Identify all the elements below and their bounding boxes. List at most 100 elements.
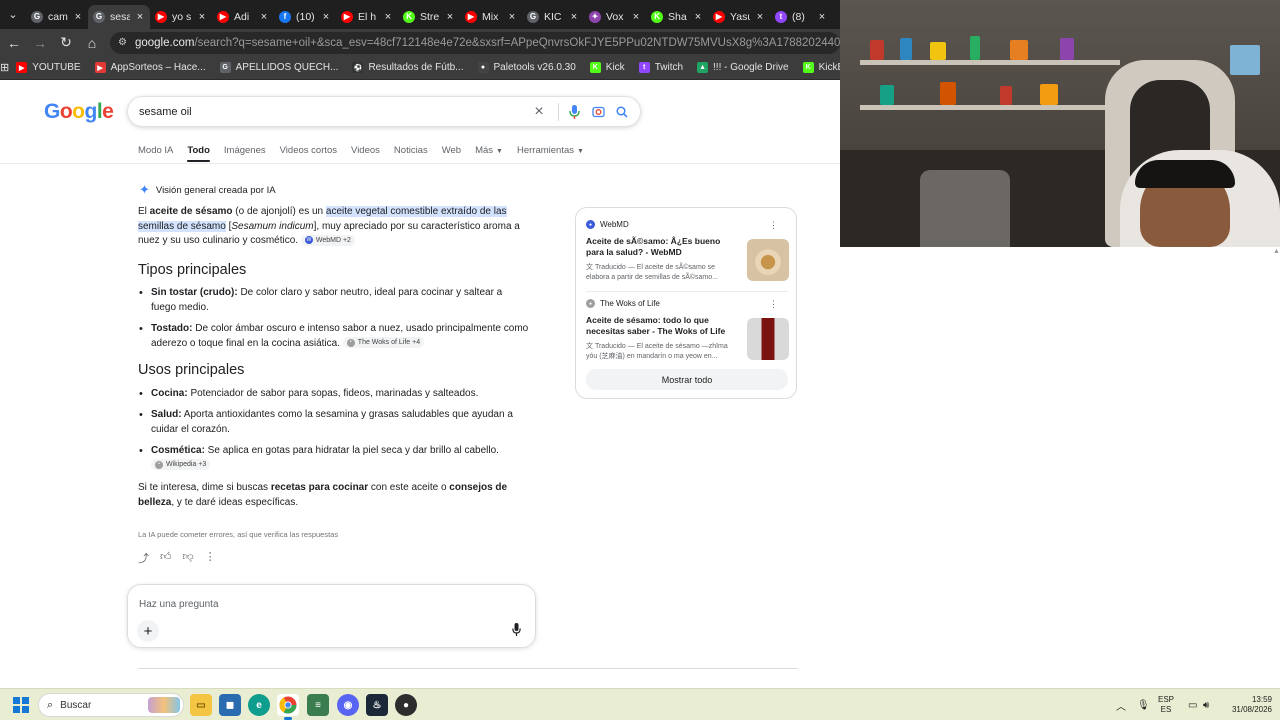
search-tab[interactable]: Imágenes bbox=[224, 145, 266, 162]
tab-search-chevron-icon[interactable]: ⌄ bbox=[0, 0, 26, 29]
file-explorer-icon[interactable]: ▭ bbox=[190, 694, 212, 716]
store-icon[interactable]: ◼ bbox=[219, 694, 241, 716]
system-clock[interactable]: 13:59 31/08/2026 bbox=[1222, 695, 1272, 715]
more-options-icon[interactable]: ⋮ bbox=[769, 220, 778, 231]
bookmark-item[interactable]: ⚽ Resultados de Fútb... bbox=[345, 62, 470, 73]
search-tab[interactable]: Todo bbox=[187, 145, 210, 162]
tab-close-icon[interactable]: × bbox=[197, 11, 207, 23]
search-tab[interactable]: Herramientas ▼ bbox=[517, 145, 584, 162]
volume-icon[interactable]: 🔊︎ bbox=[1203, 689, 1209, 720]
reload-icon[interactable]: ↻ bbox=[54, 31, 78, 55]
browser-tab[interactable]: K Sha × bbox=[646, 5, 708, 29]
discord-icon[interactable]: ◉ bbox=[337, 694, 359, 716]
tab-close-icon[interactable]: × bbox=[445, 11, 455, 23]
browser-tab[interactable]: ▶ Mix × bbox=[460, 5, 522, 29]
plus-icon[interactable]: + bbox=[137, 620, 159, 642]
network-icon[interactable]: ▭ bbox=[1188, 689, 1197, 720]
bookmark-label: AppSorteos – Hace... bbox=[110, 62, 206, 73]
forward-arrow-icon[interactable]: → bbox=[28, 31, 52, 55]
browser-tab[interactable]: Gcam × bbox=[26, 5, 88, 29]
browser-tab[interactable]: G KIC × bbox=[522, 5, 584, 29]
record-app-icon[interactable]: ● bbox=[395, 694, 417, 716]
bookmark-item[interactable]: ▶ YOUTUBE bbox=[9, 62, 87, 73]
search-tab[interactable]: Videos bbox=[351, 145, 380, 162]
tab-close-icon[interactable]: × bbox=[73, 11, 83, 23]
tab-close-icon[interactable]: × bbox=[817, 11, 827, 23]
tab-title: Stre bbox=[420, 10, 440, 23]
notepad-icon[interactable]: ≡ bbox=[307, 694, 329, 716]
source-thumbnail[interactable] bbox=[747, 239, 789, 281]
google-logo[interactable]: Google bbox=[44, 100, 114, 124]
bookmark-item[interactable]: K KickBot: Customiza... bbox=[796, 62, 840, 73]
windows-start-icon[interactable] bbox=[13, 697, 29, 713]
thumbs-down-icon[interactable]: 👎︎ bbox=[183, 550, 194, 566]
language-indicator[interactable]: ESP ES bbox=[1158, 695, 1174, 715]
bookmark-item[interactable]: t Twitch bbox=[632, 62, 690, 73]
browser-tab[interactable]: ▶ yo s × bbox=[150, 5, 212, 29]
tab-close-icon[interactable]: × bbox=[569, 11, 579, 23]
share-icon[interactable]: ⤴ bbox=[138, 550, 149, 566]
tab-close-icon[interactable]: × bbox=[259, 11, 269, 23]
tab-close-icon[interactable]: × bbox=[507, 11, 517, 23]
source-title[interactable]: Aceite de sÃ©samo: Â¿Es bueno para la sa… bbox=[586, 236, 738, 258]
search-tab[interactable]: Videos cortos bbox=[280, 145, 337, 162]
citation-chip[interactable]: • The Woks of Life +4 bbox=[342, 337, 425, 349]
browser-tab[interactable]: ▶ Adi × bbox=[212, 5, 274, 29]
source-card[interactable]: ● The Woks of Life ⋮ Aceite de sésamo: todo… bbox=[586, 299, 789, 365]
browser-tab[interactable]: ▶ El h × bbox=[336, 5, 398, 29]
lens-camera-icon[interactable] bbox=[586, 100, 610, 124]
bookmark-item[interactable]: ● Paletools v26.0.30 bbox=[471, 62, 583, 73]
browser-tab[interactable]: ▶ Yasu × bbox=[708, 5, 770, 29]
steam-icon[interactable]: ♨ bbox=[366, 694, 388, 716]
search-icon[interactable] bbox=[610, 100, 634, 124]
bookmark-item[interactable]: K Kick bbox=[583, 62, 632, 73]
microphone-icon[interactable] bbox=[512, 623, 521, 639]
thumbs-up-icon[interactable]: 👍︎ bbox=[160, 550, 172, 566]
source-title[interactable]: Aceite de sésamo: todo lo que necesitas … bbox=[586, 315, 738, 337]
source-thumbnail[interactable] bbox=[747, 318, 789, 360]
clear-icon[interactable]: × bbox=[527, 100, 551, 124]
citation-chip[interactable]: W WebMD +2 bbox=[300, 234, 355, 246]
browser-tab[interactable]: K Stre × bbox=[398, 5, 460, 29]
ask-input-placeholder[interactable]: Haz una pregunta bbox=[139, 599, 219, 610]
tab-close-icon[interactable]: × bbox=[693, 11, 703, 23]
microphone-icon[interactable] bbox=[562, 100, 586, 124]
source-card[interactable]: ● WebMD ⋮ Aceite de sÃ©samo: Â¿Es bueno par… bbox=[586, 220, 789, 286]
site-info-icon[interactable]: ⚙ bbox=[118, 37, 127, 48]
tab-close-icon[interactable]: × bbox=[383, 11, 393, 23]
bookmark-item[interactable]: G APELLIDOS QUECH... bbox=[213, 62, 346, 73]
bookmark-favicon-icon: ▶ bbox=[16, 62, 28, 73]
search-tab[interactable]: Modo IA bbox=[138, 145, 173, 162]
ai-overview-label: Visión general creada por IA bbox=[155, 184, 276, 196]
ask-followup-box[interactable]: Haz una pregunta + bbox=[127, 584, 536, 648]
browser-tab[interactable]: Gsesame oil × bbox=[88, 4, 150, 29]
microphone-tray-icon[interactable]: 🎙︎ bbox=[1137, 689, 1150, 720]
tab-close-icon[interactable]: × bbox=[135, 11, 145, 23]
back-arrow-icon[interactable]: ← bbox=[2, 31, 26, 55]
home-icon[interactable]: ⌂ bbox=[80, 31, 104, 55]
tab-close-icon[interactable]: × bbox=[631, 11, 641, 23]
chrome-icon[interactable] bbox=[277, 694, 299, 720]
edge-icon[interactable]: e bbox=[248, 694, 270, 716]
search-tab[interactable]: Web bbox=[442, 145, 461, 162]
show-all-button[interactable]: Mostrar todo bbox=[586, 369, 788, 390]
address-bar[interactable]: ⚙ google.com/search?q=sesame+oil+&sca_es… bbox=[110, 31, 840, 54]
search-tab[interactable]: Más ▼ bbox=[475, 145, 503, 162]
bookmark-item[interactable]: ▶ AppSorteos – Hace... bbox=[88, 62, 213, 73]
search-tab[interactable]: Noticias bbox=[394, 145, 428, 162]
apps-grid-icon[interactable]: ⊞ bbox=[0, 61, 9, 74]
citation-chip[interactable]: • Wikipedia +3 bbox=[151, 459, 211, 471]
browser-tab[interactable]: t (8) × bbox=[770, 5, 832, 29]
tab-close-icon[interactable]: × bbox=[755, 11, 765, 23]
browser-tab[interactable]: ✦ Vox × bbox=[584, 5, 646, 29]
tab-close-icon[interactable]: × bbox=[321, 11, 331, 23]
scrollbar-arrow-icon[interactable]: ▲ bbox=[1273, 248, 1280, 256]
search-box[interactable]: sesame oil × bbox=[127, 96, 641, 127]
more-options-icon[interactable]: ⋮ bbox=[205, 550, 216, 566]
browser-tab[interactable]: f (10) × bbox=[274, 5, 336, 29]
taskbar-search[interactable]: ⌕ Buscar bbox=[38, 693, 184, 717]
bookmark-item[interactable]: ▲ !!! - Google Drive bbox=[690, 62, 796, 73]
search-input[interactable]: sesame oil bbox=[128, 106, 527, 118]
show-hidden-icons[interactable]: ︿ bbox=[1116, 689, 1126, 720]
more-options-icon[interactable]: ⋮ bbox=[769, 299, 778, 310]
